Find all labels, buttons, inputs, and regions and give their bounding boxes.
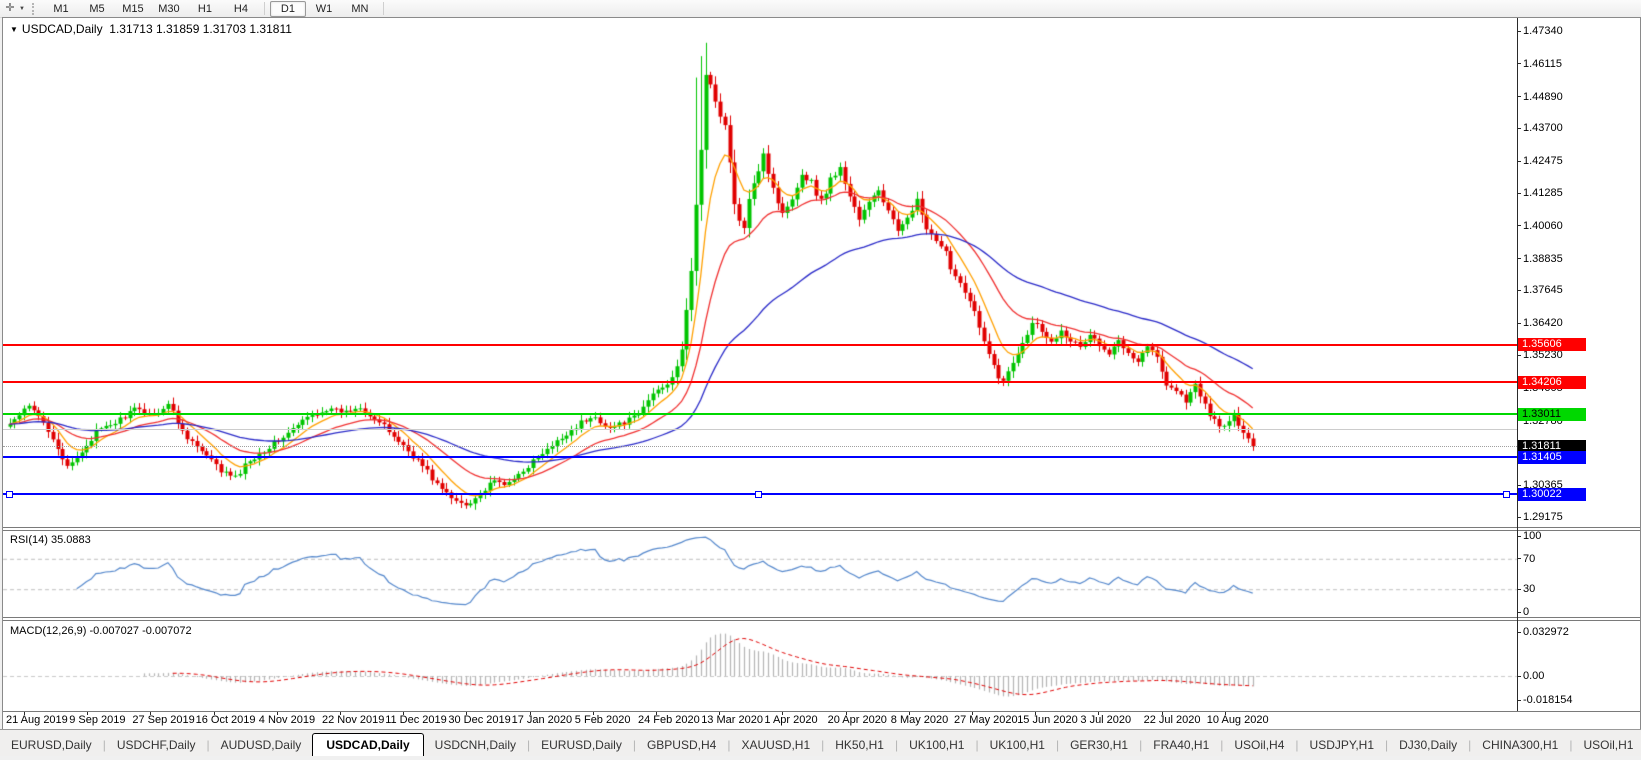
price-tick-label: 1.36420 — [1523, 317, 1563, 330]
horizontal-line-object[interactable] — [3, 343, 1517, 346]
date-tick-label: 10 Aug 2020 — [1206, 714, 1269, 726]
tab-gbpusd-h4[interactable]: GBPUSD,H4 — [636, 734, 727, 757]
date-tick-label: 4 Nov 2019 — [258, 714, 316, 726]
tab-uk100-h1[interactable]: UK100,H1 — [979, 734, 1056, 757]
date-tick-label: 22 Jul 2020 — [1143, 714, 1201, 726]
horizontal-line-object[interactable] — [3, 413, 1517, 416]
tab-china300-h1[interactable]: CHINA300,H1 — [1471, 734, 1569, 757]
macd-label: MACD(12,26,9) -0.007027 -0.007072 — [10, 625, 192, 637]
price-tick-label: 1.41285 — [1523, 187, 1563, 199]
date-tick-label: 8 May 2020 — [890, 714, 949, 726]
price-tick-label: 1.46115 — [1523, 57, 1562, 70]
price-tick-label: 1.40060 — [1523, 219, 1563, 232]
application-window: { "icons": { "toolbar_tool": "✛", "toolb… — [0, 0, 1641, 760]
date-tick-label: 27 May 2020 — [954, 714, 1018, 726]
bottom-strip — [0, 756, 1641, 760]
date-tick-label: 1 Apr 2020 — [764, 714, 818, 726]
line-handle-left[interactable] — [6, 490, 13, 498]
price-axis-badge: 1.33011 — [1518, 407, 1586, 421]
date-tick-label: 30 Dec 2019 — [448, 714, 511, 726]
rsi-tick-label: 30 — [1523, 583, 1536, 596]
date-tick-label: 11 Dec 2019 — [385, 714, 447, 726]
date-tick-label: 15 Jun 2020 — [1017, 714, 1078, 726]
tab-ger30-h1[interactable]: GER30,H1 — [1059, 734, 1139, 757]
date-tick-label: 21 Aug 2019 — [6, 714, 68, 726]
tab-hk50-h1[interactable]: HK50,H1 — [824, 734, 895, 757]
rsi-tick-label: 70 — [1523, 552, 1536, 565]
price-tick-label: 1.43700 — [1523, 122, 1563, 135]
price-tick-label: 1.37645 — [1523, 284, 1563, 297]
date-tick-label: 16 Oct 2019 — [195, 714, 256, 726]
tab-usoil-h1[interactable]: USOil,H1 — [1572, 734, 1641, 757]
tab-xauusd-h1[interactable]: XAUUSD,H1 — [730, 734, 821, 757]
price-tick-label: 1.38835 — [1523, 252, 1563, 265]
macd-tick-label: 0.00 — [1523, 670, 1545, 682]
tab-audusd-daily[interactable]: AUDUSD,Daily — [210, 734, 313, 757]
panel-splitter-main-rsi[interactable] — [3, 527, 1640, 528]
price-tick-label: 1.42475 — [1523, 155, 1563, 168]
macd-tick-label: 0.032972 — [1523, 626, 1569, 639]
horizontal-line-object[interactable] — [3, 428, 1517, 430]
panel-splitter-rsi-macd-2 — [3, 620, 1640, 621]
price-axis-badge: 1.31405 — [1518, 450, 1586, 464]
tab-eurusd-daily[interactable]: EURUSD,Daily — [530, 734, 633, 757]
date-tick-label: 24 Feb 2020 — [638, 714, 700, 726]
tab-usdcad-daily[interactable]: USDCAD,Daily — [312, 733, 424, 758]
price-axis-badge: 1.30022 — [1518, 487, 1586, 501]
line-handle-center[interactable] — [755, 490, 762, 498]
date-tick-label: 5 Feb 2020 — [574, 714, 631, 726]
date-tick-label: 9 Sep 2019 — [69, 714, 126, 726]
tab-eurusd-daily[interactable]: EURUSD,Daily — [0, 734, 103, 757]
date-tick-label: 13 Mar 2020 — [701, 714, 763, 726]
panel-splitter-main-rsi-2 — [3, 530, 1640, 531]
symbol-tab-bar: EURUSD,Daily | USDCHF,Daily | AUDUSD,Daily US… — [0, 729, 1641, 758]
current-price-line[interactable] — [3, 445, 1517, 447]
chart-menu-icon[interactable]: ▼ — [10, 25, 18, 34]
date-tick-label: 20 Apr 2020 — [827, 714, 887, 726]
tab-uk100-h1[interactable]: UK100,H1 — [898, 734, 975, 757]
chart-title-quotes: 1.31713 1.31859 1.31703 1.31811 — [109, 22, 292, 36]
price-axis-line — [1517, 18, 1518, 711]
price-axis-badge: 1.35606 — [1518, 338, 1586, 352]
date-tick-label: 17 Jan 2020 — [511, 714, 573, 726]
tab-fra40-h1[interactable]: FRA40,H1 — [1142, 734, 1220, 757]
rsi-label: RSI(14) 35.0883 — [10, 534, 91, 546]
date-tick-label: 27 Sep 2019 — [132, 714, 195, 726]
panel-splitter-rsi-macd[interactable] — [3, 617, 1640, 618]
rsi-tick-label: 100 — [1523, 530, 1542, 542]
tab-dj30-daily[interactable]: DJ30,Daily — [1388, 734, 1468, 757]
tab-usdcnh-daily[interactable]: USDCNH,Daily — [424, 734, 527, 757]
chart-title-symbol: USDCAD,Daily — [21, 22, 103, 36]
line-handle-right[interactable] — [1503, 490, 1510, 498]
date-tick-label: 22 Nov 2019 — [322, 714, 385, 726]
main-chart-canvas[interactable] — [0, 0, 1641, 760]
date-tick-label: 3 Jul 2020 — [1080, 714, 1132, 726]
price-tick-label: 1.47340 — [1523, 25, 1563, 37]
price-tick-label: 1.44890 — [1523, 90, 1563, 103]
tab-usdchf-daily[interactable]: USDCHF,Daily — [106, 734, 207, 757]
horizontal-line-object[interactable] — [3, 381, 1517, 384]
price-axis-badge: 1.34206 — [1518, 375, 1586, 389]
price-tick-label: 1.29175 — [1523, 511, 1563, 523]
tab-usoil-h4[interactable]: USOil,H4 — [1223, 734, 1295, 757]
chart-title: ▼ USDCAD,Daily 1.31713 1.31859 1.31703 1.… — [10, 22, 292, 36]
macd-tick-label: -0.018154 — [1523, 694, 1573, 707]
tab-usdjpy-h1[interactable]: USDJPY,H1 — [1299, 734, 1385, 757]
time-axis-line — [3, 711, 1640, 712]
horizontal-line-object[interactable] — [3, 456, 1517, 459]
